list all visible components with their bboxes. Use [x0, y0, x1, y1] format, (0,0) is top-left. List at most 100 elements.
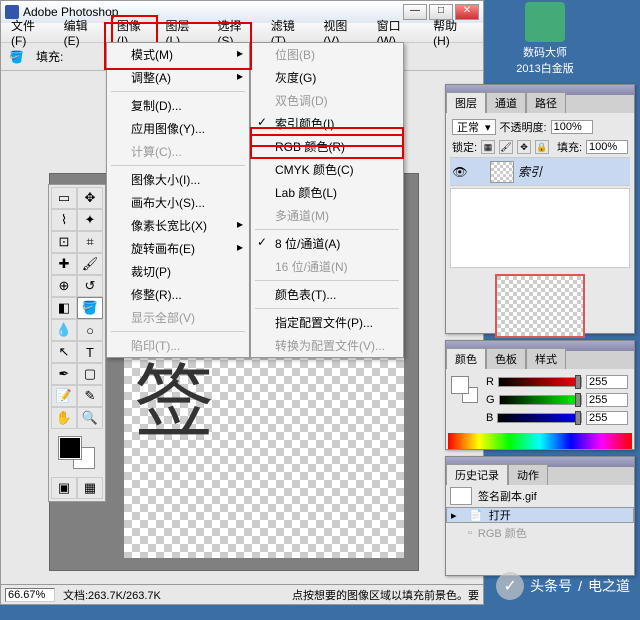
stamp-tool[interactable]: ⊕	[51, 275, 77, 297]
tab-color[interactable]: 颜色	[446, 348, 486, 369]
tab-actions[interactable]: 动作	[508, 464, 548, 485]
layer-name[interactable]: 索引	[518, 163, 542, 180]
notes-tool[interactable]: 📝	[51, 385, 77, 407]
shape-tool[interactable]: ▢	[77, 363, 103, 385]
bucket-icon: 🪣	[9, 50, 24, 64]
visibility-icon[interactable]: 👁	[450, 165, 470, 179]
history-step-open[interactable]: ▸ 📄 打开	[446, 507, 634, 523]
menu-file[interactable]: 文件(F)	[5, 15, 56, 50]
marquee-tool[interactable]: ▭	[51, 187, 77, 209]
zoom-input[interactable]: 66.67%	[5, 588, 55, 602]
blend-mode-select[interactable]: 正常▾	[452, 119, 496, 135]
menu-item[interactable]: 模式(M)	[107, 43, 249, 66]
menu-item[interactable]: 旋转画布(E)	[107, 237, 249, 260]
g-label: G	[486, 394, 495, 406]
history-step-label: 打开	[489, 507, 511, 523]
menu-item[interactable]: 应用图像(Y)...	[107, 117, 249, 140]
app-sublabel: 2013白金版	[510, 60, 580, 76]
lock-move-icon[interactable]: ✥	[517, 140, 531, 154]
move-tool[interactable]: ✥	[77, 187, 103, 209]
history-snapshot[interactable]: 签名副本.gif	[446, 485, 634, 507]
b-slider[interactable]	[497, 413, 582, 423]
canvas[interactable]: 签	[124, 328, 404, 558]
fg-color-swatch[interactable]	[452, 377, 468, 393]
dodge-tool[interactable]: ○	[77, 319, 103, 341]
tab-swatches[interactable]: 色板	[486, 348, 526, 369]
g-slider[interactable]	[499, 395, 582, 405]
mode-menu-item: 双色调(D)	[251, 89, 403, 112]
mode-menu-item[interactable]: 灰度(G)	[251, 66, 403, 89]
menu-item[interactable]: 图像大小(I)...	[107, 168, 249, 191]
menu-item[interactable]: 调整(A)	[107, 66, 249, 89]
history-step-label: RGB 颜色	[478, 525, 527, 541]
app-icon	[525, 2, 565, 42]
bucket-tool[interactable]: 🪣	[77, 297, 103, 319]
screen-mode-full[interactable]: ▦	[77, 477, 103, 499]
watermark-name: 电之道	[588, 576, 630, 596]
mode-menu-item[interactable]: CMYK 颜色(C)	[251, 158, 403, 181]
blur-tool[interactable]: 💧	[51, 319, 77, 341]
lock-paint-icon[interactable]: 🖌	[499, 140, 513, 154]
layer-thumbnail[interactable]	[490, 161, 514, 183]
app-label: 数码大师	[510, 44, 580, 60]
layer-row[interactable]: 👁 索引	[450, 158, 630, 186]
screen-mode-std[interactable]: ▣	[51, 477, 77, 499]
menu-help[interactable]: 帮助(H)	[427, 15, 479, 50]
tab-paths[interactable]: 路径	[526, 92, 566, 113]
lasso-tool[interactable]: ⌇	[51, 209, 77, 231]
history-brush-tool[interactable]: ↺	[77, 275, 103, 297]
brush-tool[interactable]: 🖌	[77, 253, 103, 275]
b-input[interactable]: 255	[586, 411, 628, 425]
path-tool[interactable]: ↖	[51, 341, 77, 363]
b-label: B	[486, 412, 493, 424]
navigator-thumbnail[interactable]	[495, 274, 585, 338]
mode-menu-item[interactable]: 索引颜色(I)	[251, 112, 403, 135]
zoom-tool[interactable]: 🔍	[77, 407, 103, 429]
pen-tool[interactable]: ✒	[51, 363, 77, 385]
lock-label: 锁定:	[452, 139, 477, 155]
menu-item[interactable]: 复制(D)...	[107, 94, 249, 117]
tab-channels[interactable]: 通道	[486, 92, 526, 113]
mode-menu-item[interactable]: 8 位/通道(A)	[251, 232, 403, 255]
doc-size-label: 文档:263.7K/263.7K	[63, 587, 161, 603]
wechat-icon: ✓	[496, 572, 524, 600]
r-slider[interactable]	[498, 377, 582, 387]
healing-tool[interactable]: ✚	[51, 253, 77, 275]
tab-history[interactable]: 历史记录	[446, 464, 508, 485]
mode-menu-item[interactable]: 颜色表(T)...	[251, 283, 403, 306]
history-marker-icon: ▸	[451, 509, 463, 522]
fill-label: 填充:	[36, 48, 63, 65]
lock-transparency-icon[interactable]: ▦	[481, 140, 495, 154]
lock-all-icon[interactable]: 🔒	[535, 140, 549, 154]
mode-menu-item[interactable]: Lab 颜色(L)	[251, 181, 403, 204]
history-step-rgb[interactable]: ▫ RGB 颜色	[446, 523, 634, 543]
crop-tool[interactable]: ⊡	[51, 231, 77, 253]
r-input[interactable]: 255	[586, 375, 628, 389]
fill-input[interactable]: 100%	[586, 140, 628, 154]
tab-layers[interactable]: 图层	[446, 92, 486, 113]
layers-panel: 图层 通道 路径 正常▾ 不透明度: 100% 锁定: ▦ 🖌 ✥ 🔒 填充: …	[445, 84, 635, 334]
mode-menu-item[interactable]: RGB 颜色(R)	[251, 135, 403, 158]
opacity-input[interactable]: 100%	[551, 120, 593, 134]
foreground-color[interactable]	[59, 437, 81, 459]
spectrum-picker[interactable]	[448, 433, 632, 449]
menu-item[interactable]: 裁切(P)	[107, 260, 249, 283]
hand-tool[interactable]: ✋	[51, 407, 77, 429]
color-swatches[interactable]	[57, 435, 97, 471]
desktop-shortcut[interactable]: 数码大师 2013白金版	[510, 2, 580, 76]
g-input[interactable]: 255	[586, 393, 628, 407]
watermark: ✓ 头条号 / 电之道	[496, 572, 630, 600]
menu-item[interactable]: 像素长宽比(X)	[107, 214, 249, 237]
eyedropper-tool[interactable]: ✎	[77, 385, 103, 407]
fill-label: 填充:	[557, 139, 582, 155]
wand-tool[interactable]: ✦	[77, 209, 103, 231]
snapshot-thumbnail	[450, 487, 472, 505]
tab-styles[interactable]: 样式	[526, 348, 566, 369]
mode-menu-item[interactable]: 指定配置文件(P)...	[251, 311, 403, 334]
type-tool[interactable]: T	[77, 341, 103, 363]
menu-edit[interactable]: 编辑(E)	[58, 15, 109, 50]
slice-tool[interactable]: ⌗	[77, 231, 103, 253]
eraser-tool[interactable]: ◧	[51, 297, 77, 319]
menu-item[interactable]: 画布大小(S)...	[107, 191, 249, 214]
menu-item[interactable]: 修整(R)...	[107, 283, 249, 306]
